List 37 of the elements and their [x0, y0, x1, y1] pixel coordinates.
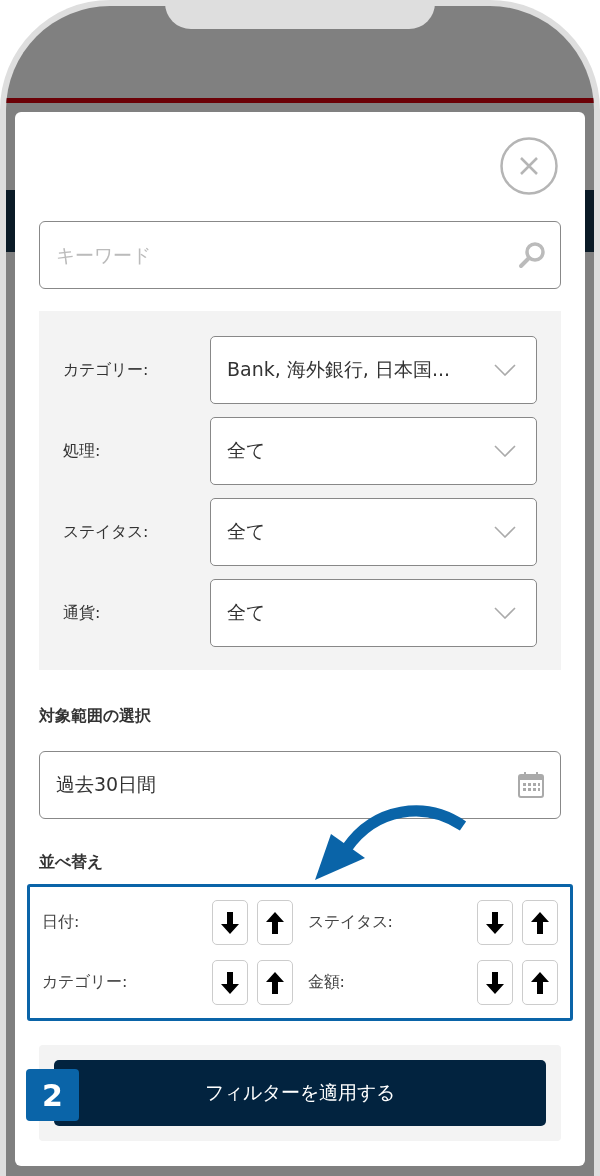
sort-ascending-button[interactable]: [256, 900, 293, 945]
chevron-down-icon: [494, 526, 516, 538]
chevron-down-icon: [494, 445, 516, 457]
sort-label: 日付:: [42, 912, 81, 933]
step-badge: 2: [26, 1069, 79, 1121]
chevron-down-icon: [494, 364, 516, 376]
sort-ascending-button[interactable]: [256, 960, 293, 1005]
sort-ascending-button[interactable]: [522, 900, 558, 945]
sort-label: カテゴリー:: [42, 972, 129, 993]
arrow-up-icon: [531, 971, 549, 994]
sort-descending-button[interactable]: [211, 900, 248, 945]
arrow-down-icon: [220, 911, 239, 934]
keyword-search-field[interactable]: キーワード: [39, 221, 561, 289]
filter-label: カテゴリー:: [63, 359, 150, 381]
sort-label: ステイタス:: [307, 912, 394, 933]
filter-label: ステイタス:: [63, 521, 150, 543]
arrow-down-icon: [220, 971, 239, 994]
date-range-field[interactable]: 過去30日間: [39, 751, 561, 819]
sort-label: 金額:: [307, 972, 346, 993]
arrow-up-icon: [265, 971, 284, 994]
sort-descending-button[interactable]: [211, 960, 248, 1005]
sort-descending-button[interactable]: [477, 960, 513, 1005]
arrow-down-icon: [486, 911, 504, 934]
filter-label: 通貨:: [63, 602, 102, 624]
section-heading: 並べ替え: [39, 852, 104, 873]
sort-descending-button[interactable]: [477, 900, 513, 945]
dropdown-field[interactable]: 全て: [210, 417, 537, 485]
section-heading: 対象範囲の選択: [39, 706, 152, 727]
arrow-down-icon: [486, 971, 504, 994]
arrow-up-icon: [265, 911, 284, 934]
dropdown-field[interactable]: Bank, 海外銀行, 日本国...: [210, 336, 537, 404]
sort-ascending-button[interactable]: [522, 960, 558, 1005]
filter-label: 処理:: [63, 440, 102, 462]
arrow-up-icon: [531, 911, 549, 934]
chevron-down-icon: [494, 607, 516, 619]
dropdown-field[interactable]: 全て: [210, 498, 537, 566]
dropdown-field[interactable]: 全て: [210, 579, 537, 647]
